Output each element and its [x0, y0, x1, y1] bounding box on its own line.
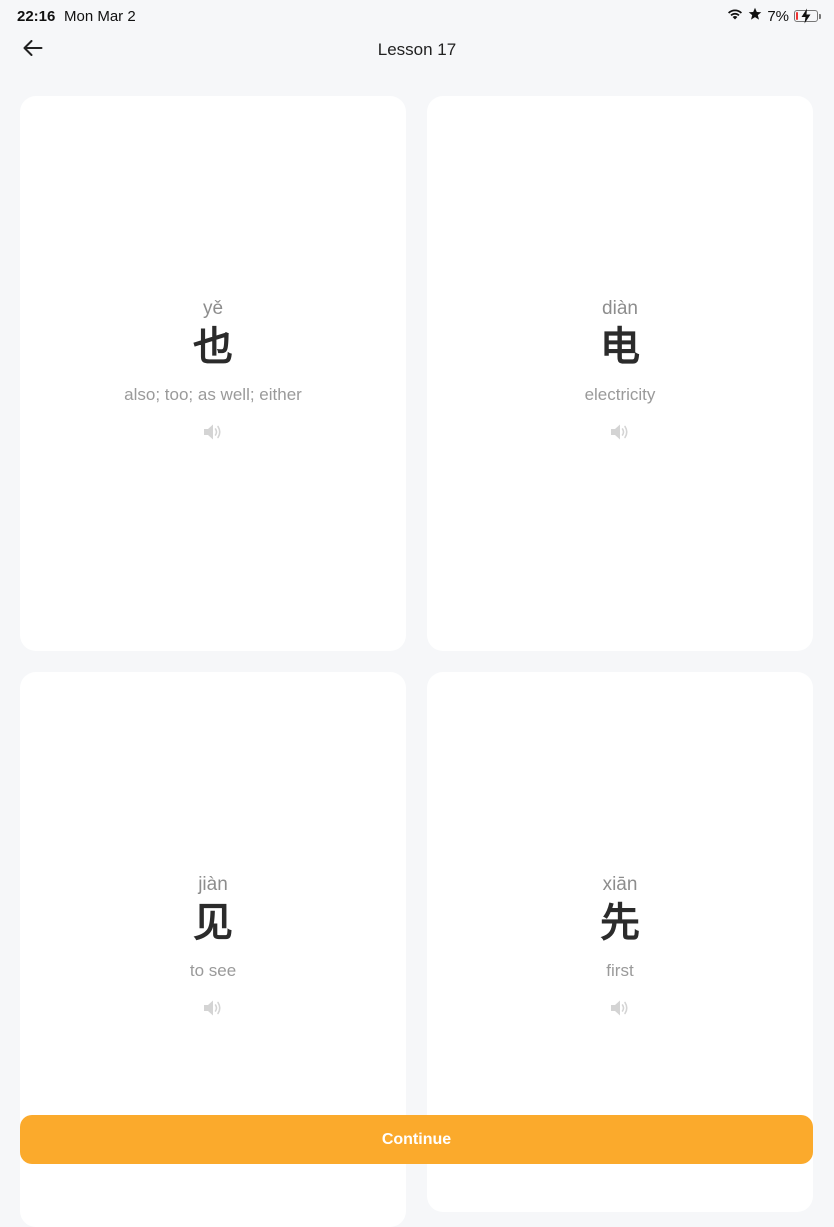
card-pinyin: jiàn [198, 874, 228, 895]
status-date: Mon Mar 2 [64, 8, 136, 25]
speaker-icon[interactable] [202, 422, 224, 442]
status-indicators: 7% [727, 6, 821, 26]
flashcard[interactable]: yě 也 also; too; as well; either [20, 96, 406, 651]
battery-charging-icon [794, 8, 821, 24]
speaker-icon[interactable] [609, 422, 631, 442]
nav-bar: Lesson 17 [0, 32, 834, 68]
card-meaning: to see [189, 961, 237, 980]
card-meaning: also; too; as well; either [124, 385, 302, 404]
star-icon [748, 7, 762, 26]
card-character: 先 [600, 900, 640, 946]
wifi-icon [727, 7, 743, 25]
status-bar: 22:16 Mon Mar 2 7% [0, 0, 834, 32]
speaker-icon[interactable] [202, 998, 224, 1018]
status-time: 22:16 [17, 8, 56, 25]
card-meaning: electricity [584, 385, 656, 404]
flashcard[interactable]: diàn 电 electricity [427, 96, 813, 651]
page-title: Lesson 17 [377, 40, 457, 59]
card-meaning: first [606, 961, 634, 980]
card-pinyin: xiān [602, 874, 638, 895]
battery-percent: 7% [767, 7, 789, 25]
card-character: 见 [193, 900, 233, 946]
card-character: 也 [193, 324, 233, 370]
card-character: 电 [600, 324, 640, 370]
speaker-icon[interactable] [609, 998, 631, 1018]
continue-button[interactable]: Continue [20, 1115, 813, 1164]
card-pinyin: diàn [602, 298, 638, 319]
card-pinyin: yě [202, 298, 224, 319]
